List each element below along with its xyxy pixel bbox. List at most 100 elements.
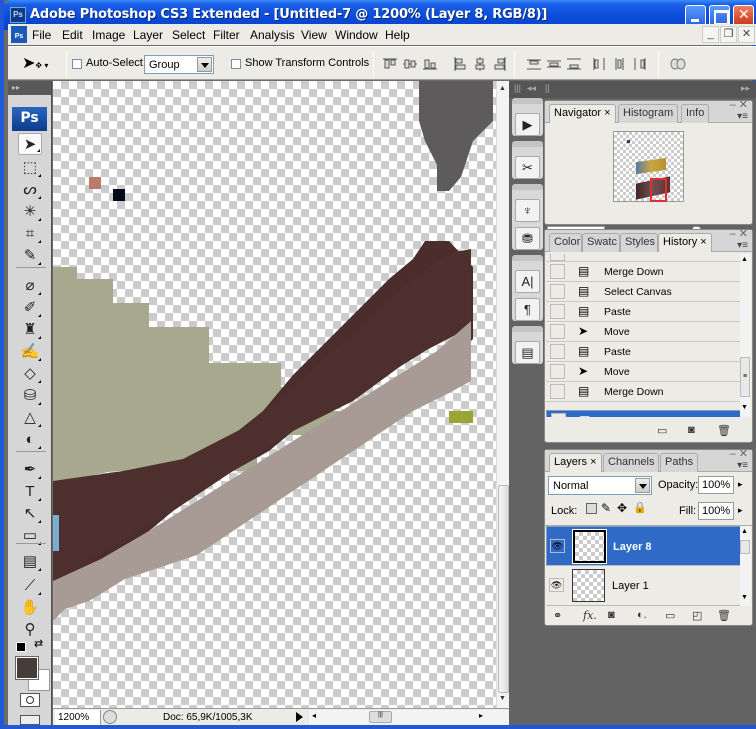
tab-swatches[interactable]: Swatc [582,233,620,252]
swap-colors-icon[interactable]: ⇄ [34,637,43,650]
distribute-right-icon[interactable] [632,57,648,71]
align-horizontal-centers-icon[interactable] [472,57,488,71]
brush-tool[interactable]: ✐ [18,297,42,319]
dock-grip[interactable]: || [545,83,550,93]
clone-source-icon[interactable]: ⛃ [515,227,540,250]
menu-filter[interactable]: Filter [213,28,240,42]
scroll-left-arrow[interactable]: ◂ [312,711,316,720]
history-item[interactable]: ▤ Merge Down ▷ [546,410,742,417]
snapshot-source-checkbox[interactable] [550,304,565,319]
panel-menu-icon[interactable]: ▾≡ [737,460,748,471]
add-layer-mask-icon[interactable]: ◙ [608,609,615,621]
character-icon[interactable]: A| [515,270,540,293]
history-scrollbar[interactable]: ▲ ≡ ▼ [740,254,751,417]
default-colors-icon[interactable] [16,642,26,652]
menu-help[interactable]: Help [385,28,410,42]
menu-edit[interactable]: Edit [62,28,83,42]
toolbox-grip[interactable]: ▸▸ [8,81,51,95]
history-brush-tool[interactable]: ✍ [18,341,42,363]
canvas-horizontal-scrollbar[interactable]: ◂ ||| ▸ [309,710,509,725]
lasso-tool[interactable]: ᔕ [18,179,42,201]
distribute-left-icon[interactable] [592,57,608,71]
align-right-edges-icon[interactable] [492,57,508,71]
crop-tool[interactable]: ⌗ [18,223,42,245]
visibility-eye-icon[interactable]: 👁 [550,539,565,553]
history-item[interactable]: ▤ Merge Down [546,382,742,402]
tab-info[interactable]: Info [681,104,710,123]
fill-slider-arrow-icon[interactable]: ▸ [738,505,743,516]
move-tool[interactable]: ➤ [18,133,42,155]
layer-style-fx-icon[interactable]: fx. [583,609,597,622]
path-selection-tool[interactable]: ↖ [18,503,42,525]
horizontal-scroll-thumb[interactable]: ||| [369,711,392,723]
expand-dock-icon[interactable]: ▸▸ [741,83,750,94]
scroll-right-arrow[interactable]: ▸ [479,711,483,720]
clone-stamp-tool[interactable]: ♜ [18,319,42,341]
panel-minimize-close-icon[interactable]: – ✕ [730,227,748,240]
align-left-edges-icon[interactable] [452,57,468,71]
lock-image-pixels-icon[interactable]: ✎ [601,501,611,515]
auto-select-checkbox[interactable] [72,59,82,69]
doc-close-button[interactable]: ✕ [738,26,755,43]
close-button[interactable] [733,5,754,26]
new-snapshot-icon[interactable]: ◙ [688,424,695,436]
tab-histogram[interactable]: Histogram [618,104,679,123]
history-item[interactable]: ➤ Move [546,362,742,382]
screen-mode-icon[interactable] [20,715,40,725]
scroll-down-arrow[interactable]: ▼ [499,695,506,702]
lock-transparent-pixels-icon[interactable] [586,503,597,514]
document-icon[interactable]: Ps [11,26,27,43]
snapshot-source-checkbox[interactable] [550,384,565,399]
blend-mode-dropdown[interactable]: Normal [548,476,652,495]
snapshot-source-checkbox[interactable] [550,324,565,339]
layer-comps-icon[interactable]: ▤ [515,341,540,364]
scroll-up-arrow[interactable]: ▲ [499,85,506,92]
tab-styles[interactable]: Styles [620,233,658,252]
delete-state-icon[interactable]: 🗑 [717,424,731,437]
link-layers-icon[interactable]: ⚭ [553,609,562,622]
notes-tool[interactable]: ▤ [18,551,42,573]
actions-icon[interactable]: ▶ [515,113,540,136]
opacity-slider-arrow-icon[interactable]: ▸ [738,479,743,490]
layers-scroll-thumb[interactable] [740,540,750,554]
panel-minimize-close-icon[interactable]: – ✕ [730,98,748,111]
history-item-partial[interactable] [546,254,742,262]
history-state-pointer-icon[interactable]: ▷ [567,415,575,417]
align-top-edges-icon[interactable] [382,57,398,71]
new-group-icon[interactable]: ▭ [665,609,675,622]
pen-tool[interactable]: ✒ [18,459,42,481]
align-vertical-centers-icon[interactable] [402,57,418,71]
panel-menu-icon[interactable]: ▾≡ [737,240,748,251]
quick-mask-icon[interactable] [20,693,40,707]
maximize-button[interactable] [709,5,730,26]
brushes-icon[interactable]: ♆ [515,199,540,222]
menu-image[interactable]: Image [92,28,125,42]
history-item[interactable]: ▤ Paste [546,342,742,362]
visibility-eye-icon[interactable]: 👁 [549,578,564,592]
lock-all-icon[interactable]: 🔒 [633,501,647,514]
document-canvas[interactable] [53,81,496,708]
eraser-tool[interactable]: ◇ [18,363,42,385]
paragraph-icon[interactable]: ¶ [515,298,540,321]
dodge-tool[interactable]: ◐ [18,429,42,451]
doc-minimize-button[interactable]: _ [702,26,719,43]
fill-field[interactable]: 100% [698,502,734,520]
menu-select[interactable]: Select [172,28,205,42]
marquee-tool[interactable]: ⬚ [18,157,42,179]
distribute-top-icon[interactable] [526,57,542,71]
align-bottom-edges-icon[interactable] [422,57,438,71]
menu-window[interactable]: Window [335,28,378,42]
distribute-vcenter-icon[interactable] [546,57,562,71]
snapshot-source-checkbox[interactable] [551,413,566,417]
lock-position-icon[interactable]: ✥ [617,501,627,515]
menu-view[interactable]: View [301,28,327,42]
distribute-bottom-icon[interactable] [566,57,582,71]
vertical-scroll-thumb[interactable] [498,485,509,693]
blur-tool[interactable]: △ [18,407,42,429]
history-item[interactable]: ▤ Paste [546,302,742,322]
layer-row[interactable]: 👁 Layer 1 [546,566,741,606]
canvas-vertical-scrollbar[interactable]: ▲ ▼ [496,81,509,708]
type-tool[interactable]: T [18,481,42,503]
zoom-level-field[interactable]: 1200% [55,710,101,725]
distribute-hcenter-icon[interactable] [612,57,628,71]
